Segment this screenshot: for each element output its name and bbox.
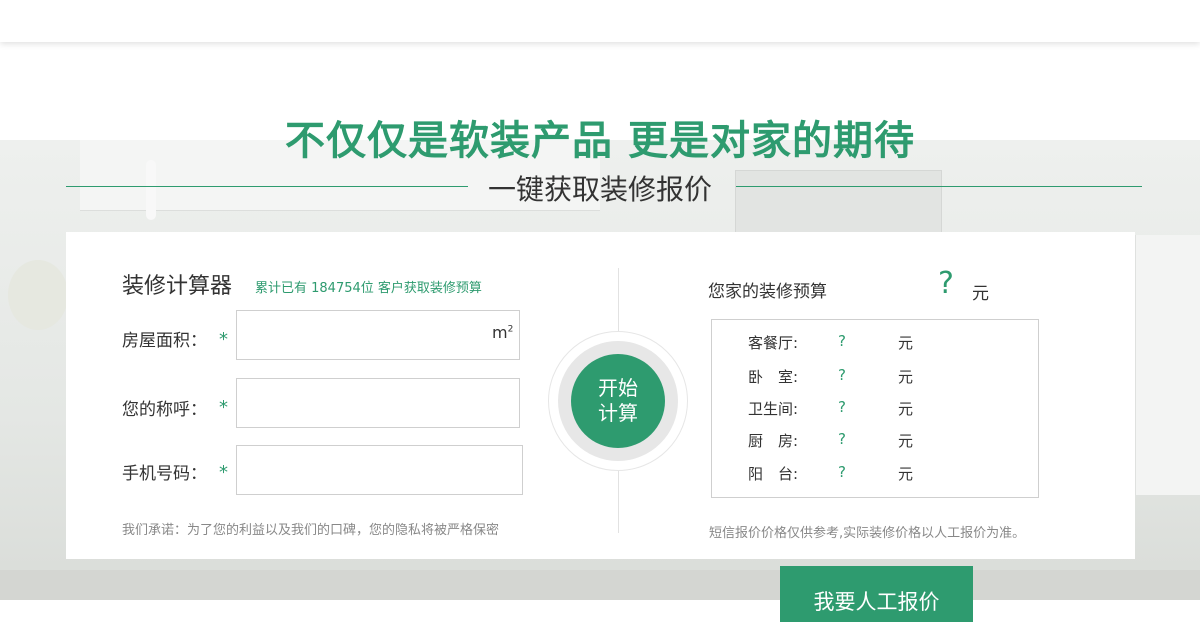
- breakdown-unit: 元: [898, 400, 914, 418]
- area-unit: m2: [492, 323, 513, 342]
- breakdown-unit: 元: [898, 368, 914, 386]
- area-unit-sup: 2: [507, 324, 514, 335]
- breakdown-room: 厨 房:: [748, 432, 799, 450]
- price-disclaimer: 短信报价价格仅供参考,实际装修价格以人工报价为准。: [709, 526, 1026, 541]
- breakdown-value: ?: [838, 398, 846, 416]
- budget-unit: 元: [972, 284, 989, 304]
- phone-label: 手机号码：: [122, 464, 207, 484]
- manual-quote-button[interactable]: 我要人工报价: [780, 566, 973, 622]
- header-bar: [0, 0, 1200, 42]
- bg-floor: [0, 570, 1200, 600]
- breakdown-row: 卧 室: ? 元: [712, 366, 1038, 390]
- calculator-title: 装修计算器: [122, 274, 233, 299]
- breakdown-room: 卧 室:: [748, 368, 799, 386]
- headline: 不仅仅是软装产品 更是对家的期待: [285, 118, 915, 164]
- budget-label: 您家的装修预算: [708, 282, 827, 302]
- breakdown-room: 阳 台:: [748, 465, 799, 483]
- bg-shelf: [1135, 235, 1200, 495]
- phone-required-mark: *: [219, 462, 228, 483]
- breakdown-unit: 元: [898, 432, 914, 450]
- area-label: 房屋面积：: [122, 331, 207, 351]
- area-input[interactable]: [236, 310, 520, 360]
- subtitle-text: 一键获取装修报价: [487, 173, 712, 206]
- name-required-mark: *: [219, 397, 228, 418]
- breakdown-value: ?: [838, 332, 846, 350]
- breakdown-room: 客餐厅:: [748, 334, 799, 352]
- breakdown-row: 客餐厅: ? 元: [712, 332, 1038, 356]
- start-calculate-label: 开始计算: [598, 376, 638, 425]
- breakdown-value: ?: [838, 430, 846, 448]
- breakdown-row: 阳 台: ? 元: [712, 463, 1038, 487]
- privacy-promise: 我们承诺：为了您的利益以及我们的口碑，您的隐私将被严格保密: [122, 523, 500, 538]
- breakdown-row: 厨 房: ? 元: [712, 430, 1038, 454]
- breakdown-room: 卫生间:: [748, 400, 799, 418]
- breakdown-value: ?: [838, 366, 846, 384]
- name-label: 您的称呼：: [122, 400, 207, 420]
- phone-input[interactable]: [236, 445, 523, 495]
- bg-plant: [8, 260, 68, 330]
- breakdown-value: ?: [838, 463, 846, 481]
- budget-total: ?: [938, 266, 954, 301]
- area-unit-m: m: [492, 323, 508, 342]
- name-input[interactable]: [236, 378, 520, 428]
- subtitle: 一键获取装修报价: [0, 168, 1200, 208]
- area-required-mark: *: [219, 329, 228, 350]
- budget-breakdown: 客餐厅: ? 元 卧 室: ? 元 卫生间: ? 元 厨 房: ? 元 阳 台:…: [711, 319, 1039, 498]
- breakdown-row: 卫生间: ? 元: [712, 398, 1038, 422]
- breakdown-unit: 元: [898, 465, 914, 483]
- quote-panel: 装修计算器 累计已有 184754位 客户获取装修预算 房屋面积： * m2 您…: [66, 232, 1135, 559]
- breakdown-unit: 元: [898, 334, 914, 352]
- start-calculate-button[interactable]: 开始计算: [571, 354, 665, 448]
- customer-count: 累计已有 184754位 客户获取装修预算: [255, 281, 482, 296]
